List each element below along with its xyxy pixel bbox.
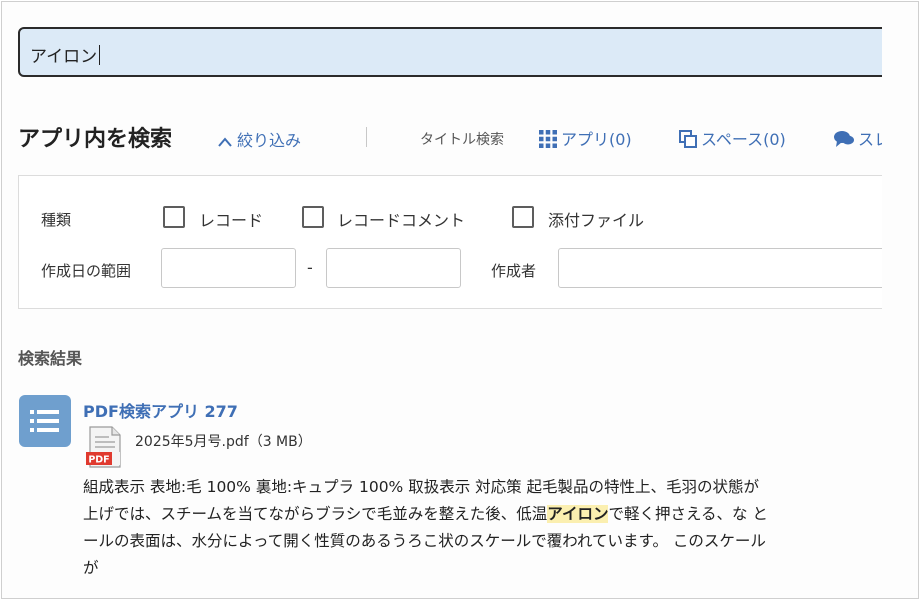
attachment-checkbox-label: 添付ファイル — [548, 211, 645, 230]
date-separator: - — [307, 258, 313, 277]
record-checkbox[interactable] — [163, 206, 185, 228]
tab-thread-label: スレッド — [858, 130, 882, 149]
page-title: アプリ内を検索 — [18, 127, 173, 152]
grid-icon — [539, 130, 557, 148]
date-from-input[interactable] — [161, 248, 296, 288]
record-comment-checkbox-label: レコードコメント — [337, 211, 466, 230]
tab-app[interactable]: アプリ(0) — [539, 126, 632, 150]
filter-toggle-button[interactable]: 絞り込み — [217, 127, 301, 151]
date-range-label: 作成日の範囲 — [41, 262, 132, 280]
svg-text:PDF: PDF — [88, 455, 109, 466]
snippet-line: が — [83, 559, 99, 577]
search-query-text: アイロン — [30, 42, 101, 67]
record-checkbox-label: レコード — [199, 211, 264, 230]
tab-space-label: スペース(0) — [701, 130, 786, 149]
date-to-input[interactable] — [326, 248, 461, 288]
results-heading: 検索結果 — [18, 349, 83, 368]
search-page: アイロン アプリ内を検索 絞り込み タイトル検索 アプリ(0) スペース(0) … — [1, 1, 919, 599]
tab-thread[interactable]: スレッド — [834, 126, 882, 150]
snippet-line: 組成表示 表地:毛 100% 裏地:キュプラ 100% 取扱表示 対応策 起毛製… — [83, 478, 760, 496]
attachment-checkbox[interactable] — [512, 206, 534, 228]
text-caret — [99, 45, 101, 65]
result-title-link[interactable]: PDF検索アプリ 277 — [83, 398, 238, 422]
pdf-label-icon: PDF — [88, 455, 109, 466]
creator-input[interactable] — [558, 248, 882, 288]
search-input[interactable]: アイロン — [18, 27, 882, 77]
filter-toggle-label: 絞り込み — [237, 131, 302, 150]
search-highlight: アイロン — [547, 505, 609, 523]
title-search-label: タイトル検索 — [420, 132, 504, 148]
filter-panel: 種類 レコード レコードコメント 添付ファイル 作成日の範囲 - 作成者 — [18, 175, 882, 309]
snippet-line: ールの表面は、水分によって開く性質のあるうろこ状のスケールで覆われています。 こ… — [83, 532, 766, 550]
divider — [366, 127, 367, 147]
app-list-icon — [19, 395, 71, 447]
type-label: 種類 — [41, 211, 72, 229]
list-icon — [30, 410, 59, 432]
record-comment-checkbox[interactable] — [302, 206, 324, 228]
tab-app-label: アプリ(0) — [561, 130, 632, 149]
space-icon — [679, 130, 697, 148]
chevron-up-icon — [218, 136, 232, 147]
attachment-filename[interactable]: 2025年5月号.pdf（3 MB） — [135, 431, 312, 451]
snippet-line: 上げでは、スチームを当てながらブラシで毛並みを整えた後、低温アイロンで軽く押さえ… — [83, 505, 768, 523]
viewport: アイロン アプリ内を検索 絞り込み タイトル検索 アプリ(0) スペース(0) … — [2, 2, 882, 598]
tab-space[interactable]: スペース(0) — [679, 126, 786, 150]
result-snippet: 組成表示 表地:毛 100% 裏地:キュプラ 100% 取扱表示 対応策 起毛製… — [83, 474, 882, 582]
creator-label: 作成者 — [491, 262, 537, 280]
chat-bubble-icon — [834, 131, 854, 147]
